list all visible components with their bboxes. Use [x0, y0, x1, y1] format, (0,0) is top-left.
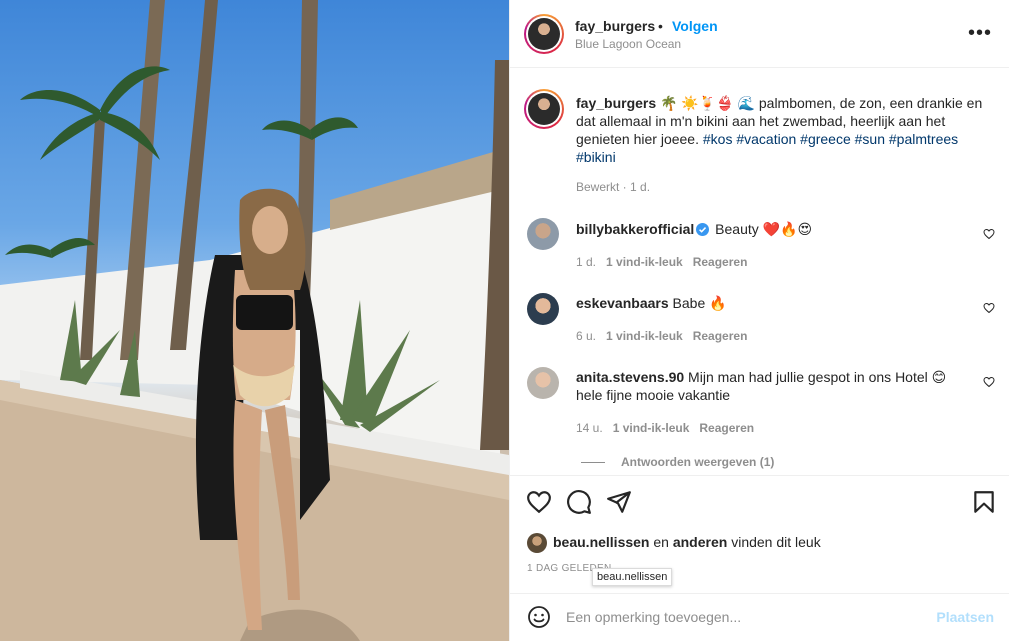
post-header: fay_burgers • Volgen Blue Lagoon Ocean •…: [510, 0, 1009, 68]
comment-item: anita.stevens.90 Mijn man had jullie ges…: [576, 368, 966, 404]
comment-username[interactable]: eskevanbaars: [576, 295, 669, 311]
comment-text: Babe 🔥: [668, 295, 727, 311]
reply-button[interactable]: Reageren: [693, 329, 748, 343]
likes-summary: beau.nellissen en anderen vinden dit leu…: [527, 532, 821, 554]
post-comment-button[interactable]: Plaatsen: [936, 609, 994, 625]
post-photo[interactable]: [0, 0, 509, 641]
follow-button[interactable]: Volgen: [672, 18, 718, 34]
caption-author-avatar-ring[interactable]: [524, 89, 564, 129]
comment-username[interactable]: anita.stevens.90: [576, 369, 684, 385]
comment-input[interactable]: [566, 607, 916, 627]
emoji-smiley-icon[interactable]: [527, 605, 551, 629]
more-options-icon[interactable]: •••: [968, 22, 992, 45]
caption-username[interactable]: fay_burgers: [576, 95, 656, 111]
comment-bubble-icon[interactable]: [566, 489, 592, 515]
reply-button[interactable]: Reageren: [699, 421, 754, 435]
comment-likes[interactable]: 1 vind-ik-leuk: [606, 329, 683, 343]
actions-divider: [510, 475, 1009, 476]
post-location[interactable]: Blue Lagoon Ocean: [575, 37, 681, 51]
comment-likes[interactable]: 1 vind-ik-leuk: [606, 255, 683, 269]
liker-username[interactable]: beau.nellissen: [553, 534, 649, 550]
commenter-avatar[interactable]: [527, 367, 559, 399]
author-username[interactable]: fay_burgers: [575, 18, 655, 34]
likes-others-link[interactable]: anderen: [673, 534, 727, 550]
separator-dot: •: [658, 18, 663, 34]
comment-item: eskevanbaars Babe 🔥: [576, 294, 966, 312]
like-comment-heart-icon[interactable]: [983, 376, 995, 388]
commenter-avatar[interactable]: [527, 218, 559, 250]
comment-time: 14 u.: [576, 421, 603, 435]
comment-meta: 6 u. 1 vind-ik-leuk Reageren: [576, 329, 747, 343]
likes-suffix: vinden dit leuk: [727, 534, 821, 550]
liker-avatar[interactable]: [527, 533, 547, 554]
post-caption: fay_burgers 🌴 ☀️🍹👙 🌊 palmbomen, de zon, …: [576, 94, 986, 166]
save-bookmark-icon[interactable]: [971, 489, 997, 515]
like-heart-icon[interactable]: [526, 489, 552, 515]
author-avatar-ring[interactable]: [524, 14, 564, 54]
like-comment-heart-icon[interactable]: [983, 228, 995, 240]
likes-connector: en: [649, 534, 673, 550]
reply-button[interactable]: Reageren: [693, 255, 748, 269]
add-comment-bar: Plaatsen: [510, 593, 1009, 641]
replies-line: [581, 462, 605, 464]
view-replies-label: Antwoorden weergeven (1): [621, 455, 775, 469]
view-replies-button[interactable]: Antwoorden weergeven (1): [581, 455, 774, 469]
author-avatar[interactable]: [528, 18, 560, 50]
caption-meta: Bewerkt · 1 d.: [576, 180, 651, 194]
comment-likes[interactable]: 1 vind-ik-leuk: [613, 421, 690, 435]
commenter-avatar[interactable]: [527, 293, 559, 325]
post-details-panel: fay_burgers • Volgen Blue Lagoon Ocean •…: [509, 0, 1009, 641]
share-paper-plane-icon[interactable]: [606, 489, 632, 515]
comment-time: 1 d.: [576, 255, 597, 269]
comment-meta: 14 u. 1 vind-ik-leuk Reageren: [576, 421, 754, 435]
comment-username[interactable]: billybakkerofficial: [576, 221, 694, 237]
like-comment-heart-icon[interactable]: [983, 302, 995, 314]
post-photo-illustration: [0, 0, 509, 641]
verified-badge-icon: [696, 223, 710, 236]
comment-text: Beauty ❤️🔥😍: [711, 221, 813, 237]
instagram-post-view: fay_burgers • Volgen Blue Lagoon Ocean •…: [0, 0, 1009, 641]
comment-item: billybakkerofficial Beauty ❤️🔥😍: [576, 220, 966, 238]
comment-meta: 1 d. 1 vind-ik-leuk Reageren: [576, 255, 747, 269]
comment-time: 6 u.: [576, 329, 597, 343]
caption-author-avatar[interactable]: [528, 93, 560, 125]
username-tooltip: beau.nellissen: [592, 568, 673, 586]
